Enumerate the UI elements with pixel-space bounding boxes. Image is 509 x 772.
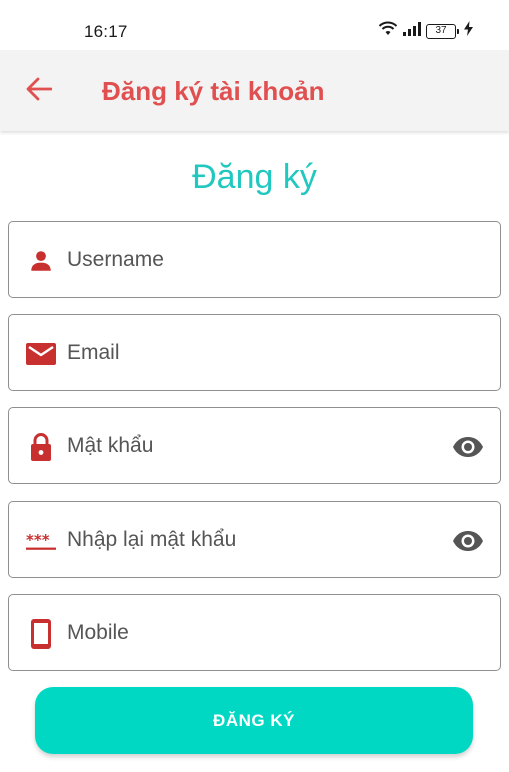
password-placeholder: Mật khẩu — [67, 434, 154, 457]
eye-icon[interactable] — [451, 434, 485, 460]
confirm-password-placeholder: Nhập lại mật khẩu — [67, 528, 237, 551]
username-placeholder: Username — [67, 248, 164, 271]
password-field[interactable]: Mật khẩu — [8, 407, 501, 484]
phone-icon — [26, 619, 56, 649]
signal-icon — [403, 21, 421, 41]
mobile-field[interactable]: Mobile — [8, 594, 501, 671]
email-icon — [26, 341, 56, 367]
arrow-back-icon — [26, 77, 53, 106]
status-icons: 37 — [378, 21, 473, 41]
app-bar: Đăng ký tài khoản — [0, 50, 509, 131]
status-time: 16:17 — [84, 22, 128, 41]
password-dots-icon: *** — [26, 528, 56, 554]
register-button-label: ĐĂNG KÝ — [213, 710, 295, 730]
charging-icon — [464, 21, 473, 41]
back-button[interactable] — [22, 74, 56, 108]
email-placeholder: Email — [67, 341, 120, 364]
page-heading: Đăng ký — [192, 158, 317, 196]
confirm-password-field[interactable]: *** Nhập lại mật khẩu — [8, 501, 501, 578]
email-field[interactable]: Email — [8, 314, 501, 391]
battery-icon: 37 — [426, 23, 459, 39]
app-bar-title: Đăng ký tài khoản — [102, 76, 325, 106]
register-button[interactable]: ĐĂNG KÝ — [35, 687, 473, 754]
wifi-icon — [378, 21, 398, 41]
username-field[interactable]: Username — [8, 221, 501, 298]
status-bar: 16:17 37 — [0, 0, 509, 50]
mobile-placeholder: Mobile — [67, 621, 129, 644]
person-icon — [26, 248, 56, 274]
lock-icon — [26, 433, 56, 461]
svg-text:***: *** — [26, 531, 50, 549]
eye-icon[interactable] — [451, 528, 485, 554]
